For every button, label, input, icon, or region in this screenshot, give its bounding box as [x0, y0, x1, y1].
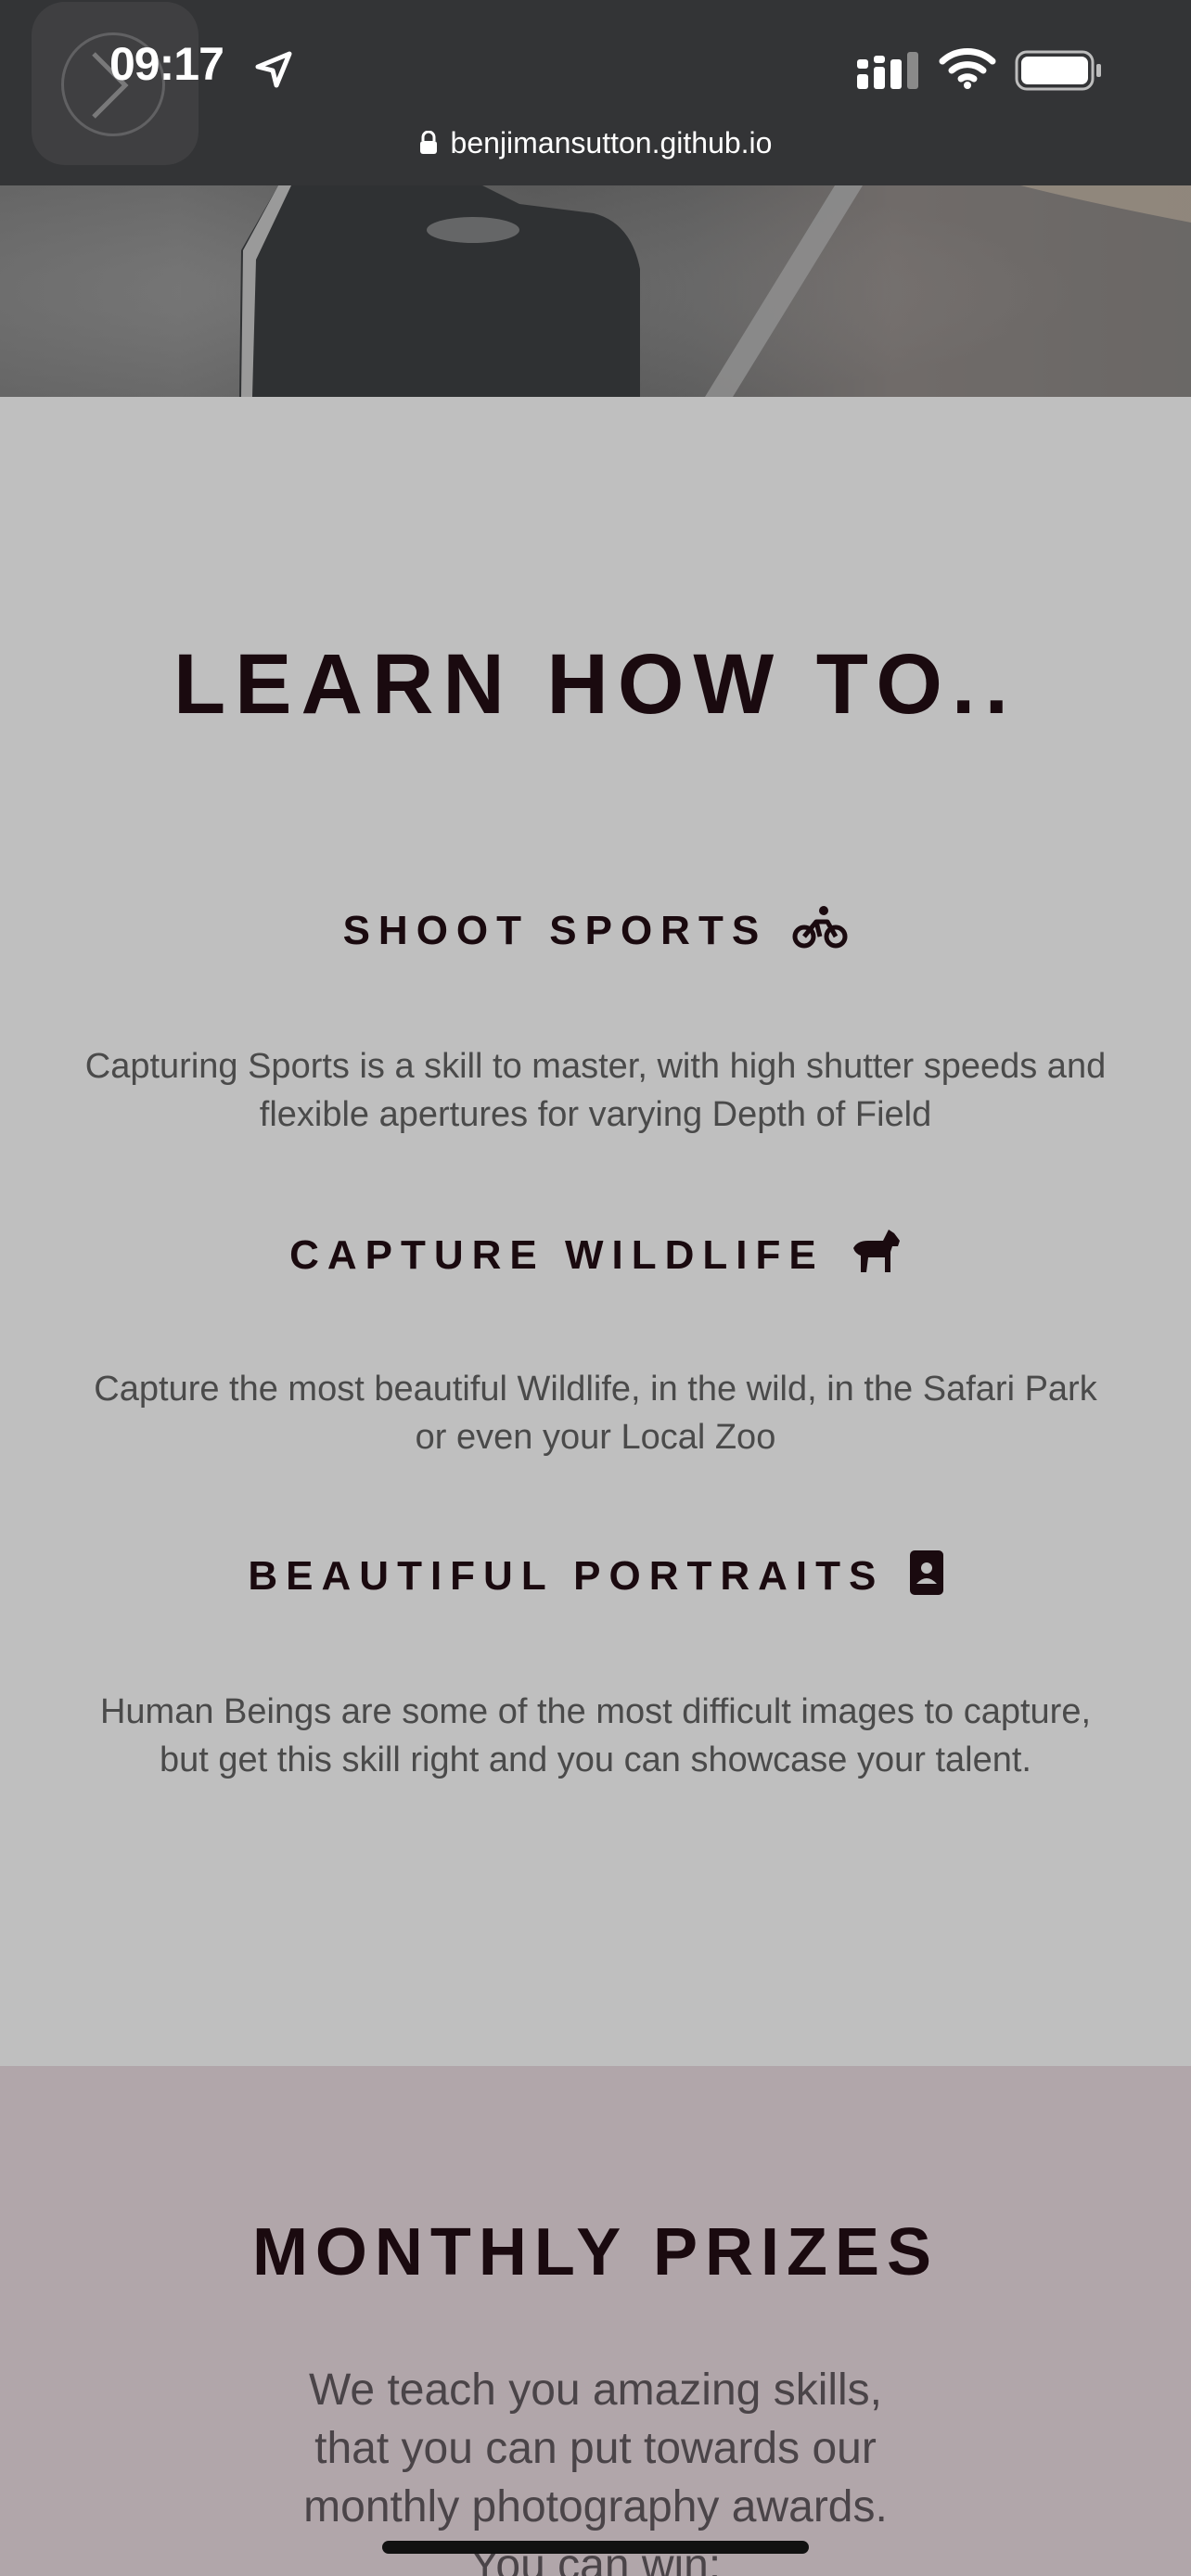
skill-text-line: Capture the most beautiful Wildlife, in … — [94, 1370, 1097, 1409]
portrait-icon — [909, 1550, 943, 1595]
hero-image — [0, 185, 1191, 397]
skill-text-line: flexible apertures for varying Depth of … — [259, 1095, 932, 1134]
cellular-signal-icon — [857, 52, 918, 89]
home-indicator[interactable] — [382, 2541, 809, 2554]
skill-description-portraits: Human Beings are some of the most diffic… — [0, 1688, 1191, 1784]
skill-text-line: Capturing Sports is a skill to master, w… — [84, 1047, 1107, 1086]
prizes-text-line: monthly photography awards. — [303, 2482, 888, 2531]
skill-heading-label: CAPTURE WILDLIFE — [289, 1232, 825, 1278]
skill-description-sports: Capturing Sports is a skill to master, w… — [0, 1042, 1191, 1139]
skill-heading-label: SHOOT SPORTS — [342, 908, 768, 953]
url-text: benjimansutton.github.io — [450, 126, 773, 159]
skill-heading-sports: SHOOT SPORTS — [0, 905, 1191, 954]
skill-text-line: but get this skill right and you can sho… — [160, 1741, 1031, 1779]
horse-icon — [852, 1230, 900, 1272]
skill-heading-wildlife: CAPTURE WILDLIFE — [0, 1228, 1191, 1279]
learn-section: LEARN HOW TO.. SHOOT SPORTS Capturing Sp… — [0, 397, 1191, 2066]
prizes-section: MONTHLY PRIZES We teach you amazing skil… — [0, 2066, 1191, 2576]
prizes-text-line: We teach you amazing skills, — [308, 2366, 883, 2415]
lock-icon — [419, 131, 437, 154]
skill-heading-label: BEAUTIFUL PORTRAITS — [248, 1553, 885, 1599]
battery-icon — [1015, 50, 1101, 91]
skill-heading-portraits: BEAUTIFUL PORTRAITS — [0, 1550, 1191, 1600]
learn-title: LEARN HOW TO.. — [173, 637, 1018, 732]
bicycle-rider-icon — [792, 906, 848, 949]
skill-text-line: Human Beings are some of the most diffic… — [99, 1692, 1092, 1731]
page: 09:17 benjimansutton.github.io LEARN HOW… — [0, 0, 1191, 2576]
prizes-text-line: that you can put towards our — [314, 2424, 877, 2473]
wifi-icon — [939, 48, 996, 89]
status-time: 09:17 — [109, 38, 224, 90]
address-bar[interactable]: benjimansutton.github.io — [0, 126, 1191, 160]
location-arrow-icon — [255, 51, 292, 88]
prizes-title: MONTHLY PRIZES — [251, 2215, 940, 2289]
skill-description-wildlife: Capture the most beautiful Wildlife, in … — [0, 1365, 1191, 1461]
status-bar: 09:17 benjimansutton.github.io — [0, 0, 1191, 185]
skill-text-line: or even your Local Zoo — [415, 1418, 776, 1457]
